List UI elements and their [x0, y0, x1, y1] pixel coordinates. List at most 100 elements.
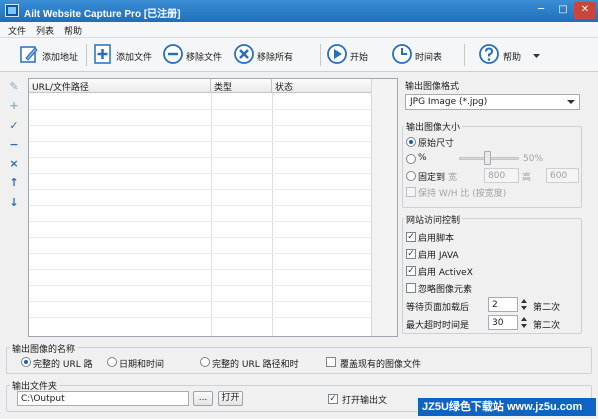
- row-line: [29, 109, 372, 110]
- chevron-down-icon: [567, 100, 575, 104]
- wait-label: 等待页面加载后: [406, 303, 470, 313]
- wait-unit: 第二次: [533, 303, 561, 313]
- grid-scrollbar[interactable]: [371, 79, 397, 336]
- clear-all-icon: [234, 44, 254, 64]
- row-line: [29, 189, 372, 190]
- minimize-button[interactable]: ─: [530, 2, 552, 19]
- row-line: [29, 285, 372, 286]
- timeout-seconds-input[interactable]: 30: [488, 315, 518, 330]
- close-button[interactable]: ✕: [574, 2, 596, 19]
- column-header-status[interactable]: 状态: [272, 79, 372, 93]
- toolbar: 添加地址 添加文件 移除文件 移除所有 开始 时间表 帮助: [0, 38, 598, 72]
- minus-icon[interactable]: −: [7, 138, 21, 152]
- remove-all-button[interactable]: 移除所有: [233, 42, 297, 68]
- delete-icon[interactable]: ×: [7, 157, 21, 171]
- menu-bar: 文件 列表 帮助: [0, 22, 598, 38]
- name-full-url-label: 完整的 URL 路: [33, 360, 93, 370]
- enable-script-label: 启用脚本: [418, 234, 455, 244]
- row-line: [29, 157, 372, 158]
- enable-java-checkbox[interactable]: ✓: [406, 249, 416, 259]
- browse-button[interactable]: ...: [193, 391, 213, 406]
- height-label: 高: [522, 173, 532, 183]
- open-folder-button[interactable]: 打开: [218, 391, 243, 406]
- output-format-select[interactable]: JPG Image (*.jpg): [405, 94, 580, 110]
- menu-file[interactable]: 文件: [8, 24, 26, 37]
- url-list-grid[interactable]: URL/文件路径 类型 状态: [28, 78, 398, 337]
- add-file-icon: [94, 44, 111, 64]
- edit-item-icon[interactable]: ✎: [7, 80, 21, 94]
- timeout-label: 最大超时时间是: [406, 321, 470, 331]
- output-folder-input[interactable]: C:\Output: [17, 391, 189, 406]
- move-up-icon[interactable]: ↑: [7, 176, 21, 190]
- column-header-url[interactable]: URL/文件路径: [29, 79, 211, 93]
- menu-help[interactable]: 帮助: [64, 24, 82, 37]
- schedule-label: 时间表: [415, 53, 443, 63]
- overwrite-checkbox[interactable]: [326, 357, 336, 367]
- column-header-type[interactable]: 类型: [211, 79, 272, 93]
- menu-list[interactable]: 列表: [36, 24, 54, 37]
- column-divider: [272, 93, 273, 336]
- original-size-radio[interactable]: [406, 137, 416, 147]
- open-after-checkbox[interactable]: ✓: [328, 394, 338, 404]
- help-button[interactable]: 帮助: [478, 42, 548, 68]
- add-file-button[interactable]: 添加文件: [92, 42, 154, 68]
- timeout-unit: 第二次: [533, 321, 561, 331]
- add-address-label: 添加地址: [42, 53, 79, 63]
- toolbar-separator: [320, 44, 321, 66]
- naming-title: 输出图像的名称: [10, 342, 78, 355]
- width-input[interactable]: 800: [484, 168, 519, 183]
- width-label: 宽: [448, 173, 458, 183]
- remove-all-label: 移除所有: [257, 53, 294, 63]
- ignore-images-checkbox[interactable]: [406, 283, 416, 293]
- toolbar-separator: [464, 44, 465, 66]
- row-line: [29, 253, 372, 254]
- name-full-url-radio[interactable]: [21, 357, 31, 367]
- check-icon[interactable]: ✓: [7, 119, 21, 133]
- row-line: [29, 221, 372, 222]
- name-url-time-radio[interactable]: [200, 357, 210, 367]
- row-line: [29, 269, 372, 270]
- start-button[interactable]: 开始: [326, 42, 376, 68]
- percent-radio[interactable]: [406, 154, 416, 164]
- name-url-time-label: 完整的 URL 路径和时: [212, 360, 299, 370]
- percent-label: %: [418, 153, 427, 163]
- original-size-label: 原始尺寸: [418, 139, 455, 149]
- ignore-images-label: 忽略图像元素: [418, 285, 473, 295]
- enable-script-checkbox[interactable]: ✓: [406, 232, 416, 242]
- output-format-label: 输出图像格式: [405, 82, 460, 92]
- move-down-icon[interactable]: ↓: [7, 196, 21, 210]
- add-address-button[interactable]: 添加地址: [18, 42, 80, 68]
- app-icon: [5, 4, 19, 17]
- maximize-button[interactable]: □: [552, 2, 574, 19]
- remove-icon: [163, 44, 183, 64]
- keep-ratio-label: 保持 W/H 比 (按宽度): [418, 189, 507, 199]
- height-input[interactable]: 600: [546, 168, 579, 183]
- clock-icon: [392, 44, 412, 64]
- fixed-size-radio[interactable]: [406, 171, 416, 181]
- name-datetime-radio[interactable]: [107, 357, 117, 367]
- row-line: [29, 125, 372, 126]
- schedule-button[interactable]: 时间表: [391, 42, 451, 68]
- output-format-value: JPG Image (*.jpg): [410, 97, 488, 107]
- open-after-label: 打开输出文: [342, 396, 388, 406]
- name-datetime-label: 日期和时间: [119, 360, 165, 370]
- enable-activex-label: 启用 ActiveX: [418, 268, 473, 278]
- start-label: 开始: [350, 53, 369, 63]
- enable-activex-checkbox[interactable]: ✓: [406, 266, 416, 276]
- toolbar-separator: [86, 44, 87, 66]
- overwrite-label: 覆盖现有的图像文件: [340, 360, 422, 370]
- output-size-title: 输出图像大小: [404, 120, 463, 133]
- remove-file-button[interactable]: 移除文件: [162, 42, 226, 68]
- access-control-title: 网站访问控制: [404, 213, 463, 226]
- keep-ratio-checkbox[interactable]: [406, 187, 416, 197]
- add-item-icon[interactable]: +: [7, 99, 21, 113]
- chevron-down-icon[interactable]: [533, 54, 540, 59]
- timeout-seconds-stepper[interactable]: [519, 315, 529, 330]
- watermark-banner: JZ5U绿色下载站 www.jz5u.com: [418, 398, 596, 416]
- edit-icon: [20, 46, 38, 63]
- wait-seconds-input[interactable]: 2: [488, 297, 518, 312]
- help-icon: [479, 44, 499, 64]
- percent-slider-thumb[interactable]: [484, 151, 491, 165]
- wait-seconds-stepper[interactable]: [519, 297, 529, 312]
- percent-value: 50%: [523, 154, 544, 164]
